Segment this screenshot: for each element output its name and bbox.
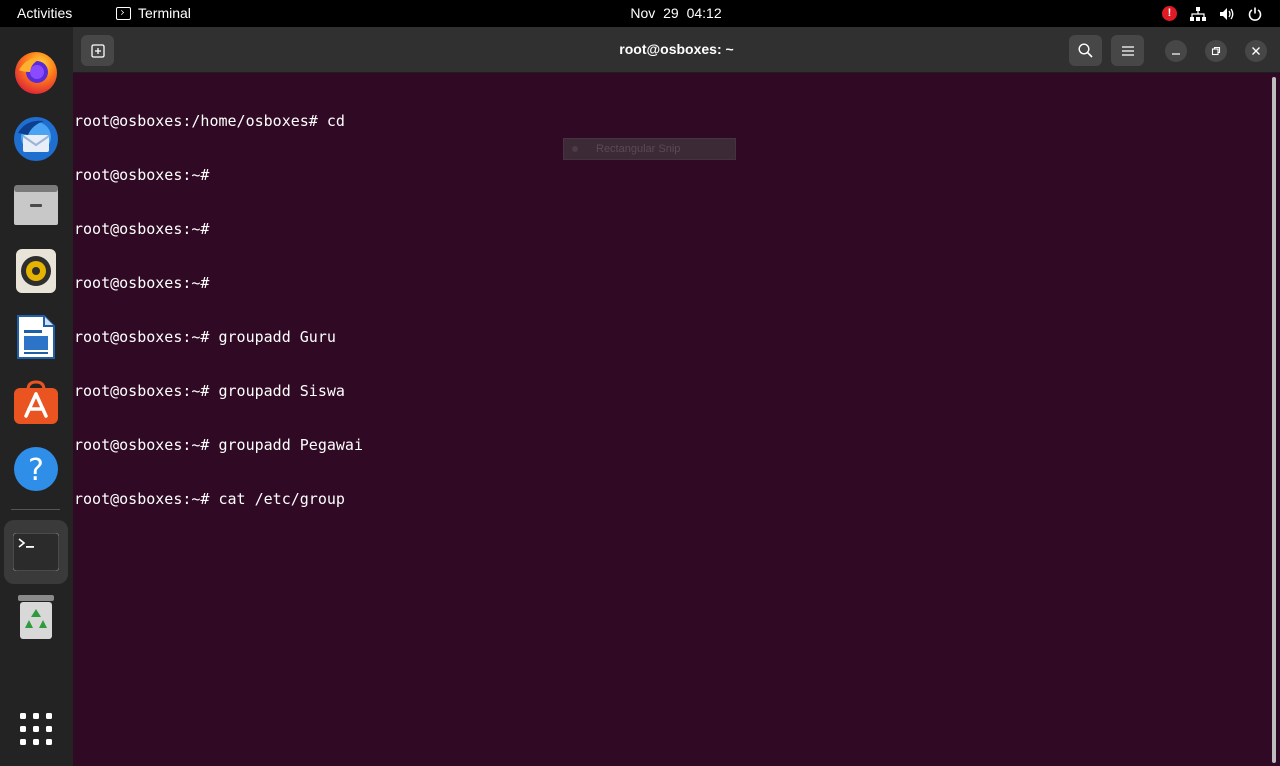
volume-icon[interactable] [1219, 7, 1235, 21]
alert-icon[interactable]: ! [1162, 6, 1177, 21]
dock-item-rhythmbox[interactable] [4, 239, 68, 303]
svg-text:?: ? [28, 453, 44, 488]
search-icon [1078, 43, 1093, 58]
rhythmbox-icon [16, 249, 56, 293]
terminal-line: root@osboxes:~# [74, 274, 210, 292]
power-icon[interactable] [1248, 7, 1262, 21]
firefox-icon [15, 52, 57, 94]
dock-item-firefox[interactable] [4, 41, 68, 105]
terminal-line: root@osboxes:/home/osboxes# cd [74, 112, 345, 130]
dock-item-help[interactable]: ? [4, 437, 68, 501]
restore-icon [1211, 46, 1221, 56]
dock-item-show-apps[interactable] [4, 697, 68, 761]
dock-separator [11, 509, 60, 510]
scrollbar[interactable] [1272, 77, 1276, 763]
dock-item-libreoffice-writer[interactable] [4, 305, 68, 369]
dock-item-app-center[interactable] [4, 371, 68, 435]
hamburger-menu-icon [1121, 45, 1134, 56]
terminal-line: root@osboxes:~# [74, 166, 210, 184]
libreoffice-writer-icon [17, 315, 55, 359]
system-tray[interactable]: ! [1162, 5, 1262, 22]
close-button[interactable] [1245, 40, 1267, 62]
show-apps-icon [20, 713, 52, 745]
restore-button[interactable] [1205, 40, 1227, 62]
terminal-line: root@osboxes:~# [74, 220, 210, 238]
minimize-icon [1172, 53, 1180, 55]
terminal-icon [13, 533, 59, 571]
clock[interactable]: Nov 29 04:12 [0, 5, 1280, 21]
help-icon: ? [14, 447, 58, 491]
minimize-button[interactable] [1165, 40, 1187, 62]
terminal-line: root@osboxes:~# groupadd Guru [74, 328, 336, 346]
terminal-line: root@osboxes:~# groupadd Siswa [74, 382, 345, 400]
files-icon [14, 185, 58, 225]
terminal-line: root@osboxes:~# cat /etc/group [74, 490, 345, 508]
dock-item-thunderbird[interactable] [4, 107, 68, 171]
snip-label: Rectangular Snip [596, 143, 681, 155]
network-icon[interactable] [1190, 6, 1206, 21]
terminal-line: root@osboxes:~# groupadd Pegawai [74, 436, 363, 454]
close-icon [1252, 47, 1260, 55]
terminal-output[interactable]: root@osboxes:/home/osboxes# cd root@osbo… [74, 76, 1264, 766]
snip-icon [572, 146, 578, 152]
search-button[interactable] [1069, 35, 1102, 66]
rectangular-snip-overlay[interactable]: Rectangular Snip [563, 138, 736, 160]
header-bar[interactable]: root@osboxes: ~ [73, 27, 1280, 73]
trash-icon [18, 595, 54, 639]
dock-item-trash[interactable] [4, 585, 68, 649]
dock-item-files[interactable] [4, 173, 68, 237]
thunderbird-icon [14, 117, 58, 161]
dock-item-terminal[interactable] [4, 520, 68, 584]
dock: ? [0, 27, 73, 766]
menu-button[interactable] [1111, 35, 1144, 66]
app-center-icon [14, 380, 58, 424]
top-bar: Activities Terminal Nov 29 04:12 ! [0, 0, 1280, 27]
